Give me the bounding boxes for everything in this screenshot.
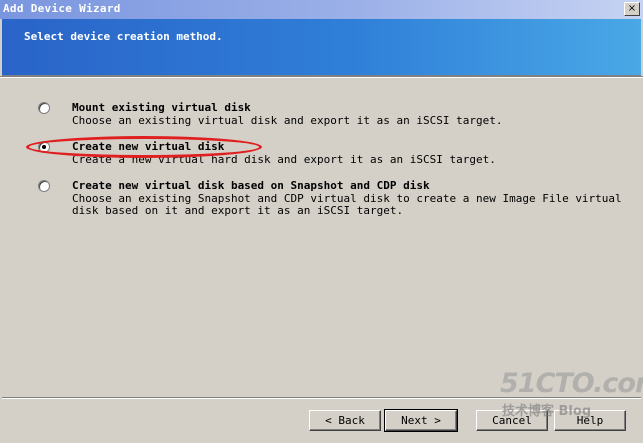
back-button[interactable]: < Back bbox=[309, 410, 381, 431]
wizard-header: Select device creation method. bbox=[2, 19, 641, 76]
radio-mount-existing[interactable] bbox=[38, 102, 50, 114]
radio-create-from-snapshot[interactable] bbox=[38, 180, 50, 192]
footer-divider-highlight bbox=[2, 398, 641, 399]
red-annotation-ellipse bbox=[26, 136, 262, 158]
close-icon: × bbox=[627, 3, 637, 14]
add-device-wizard-dialog: Add Device Wizard × Select device creati… bbox=[0, 0, 643, 443]
window-title: Add Device Wizard bbox=[3, 2, 121, 15]
title-bar[interactable]: Add Device Wizard × bbox=[0, 0, 643, 19]
watermark-logo-text: 51CTO.com bbox=[500, 368, 643, 399]
next-button[interactable]: Next > bbox=[384, 409, 458, 432]
header-instruction: Select device creation method. bbox=[24, 30, 223, 43]
option-title: Mount existing virtual disk bbox=[72, 101, 251, 114]
option-description: Choose an existing Snapshot and CDP virt… bbox=[72, 193, 622, 217]
option-description-line: disk based on it and export it as an iSC… bbox=[72, 204, 404, 217]
option-title: Create new virtual disk based on Snapsho… bbox=[72, 179, 430, 192]
cancel-button[interactable]: Cancel bbox=[476, 410, 548, 431]
close-button[interactable]: × bbox=[624, 2, 640, 16]
option-description-line: Choose an existing virtual disk and expo… bbox=[72, 114, 503, 127]
header-divider-highlight bbox=[0, 77, 643, 78]
help-button[interactable]: Help bbox=[554, 410, 626, 431]
option-description: Choose an existing virtual disk and expo… bbox=[72, 115, 502, 127]
